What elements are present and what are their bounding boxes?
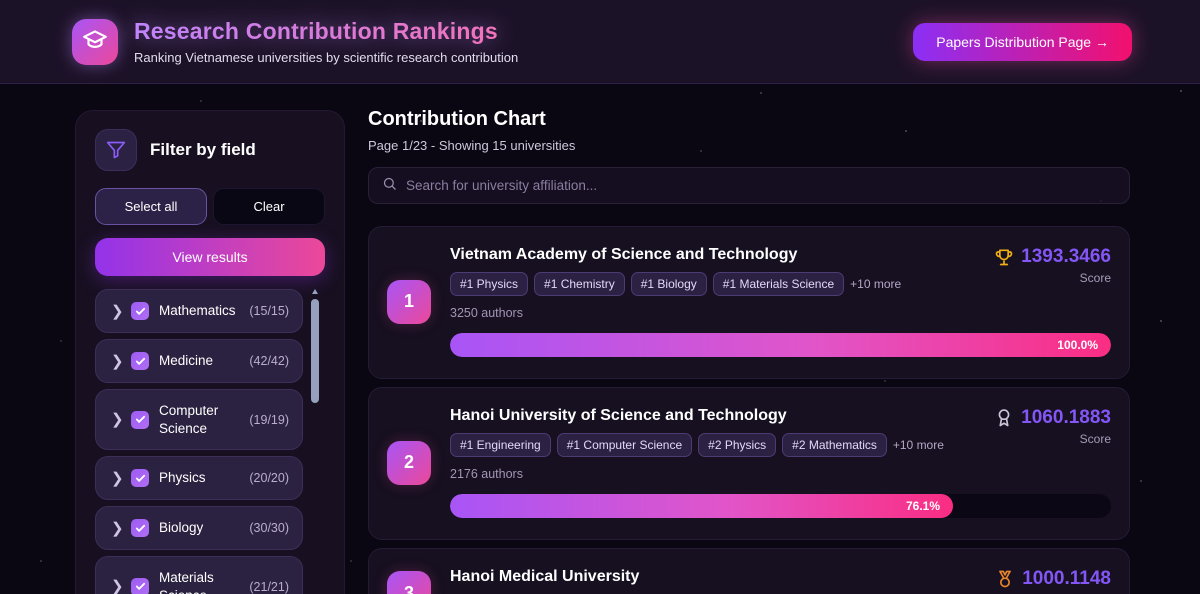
app-logo	[72, 19, 118, 65]
field-checkbox[interactable]	[131, 519, 149, 537]
field-rank-pill: #1 Physics	[450, 272, 528, 296]
filter-funnel-icon	[95, 129, 137, 171]
main-content: Contribution Chart Page 1/23 - Showing 1…	[368, 108, 1130, 594]
filter-item-label: Materials Science	[159, 569, 239, 594]
score-value: 1060.1883	[1021, 407, 1111, 429]
graduation-cap-icon	[82, 26, 108, 57]
filter-item[interactable]: ❯ Mathematics (15/15)	[95, 289, 303, 333]
chevron-right-icon[interactable]: ❯	[111, 354, 121, 369]
progress-percent: 76.1%	[906, 499, 940, 513]
contribution-progress-bar: 100.0%	[450, 333, 1111, 357]
search-input[interactable]	[406, 178, 1116, 193]
field-rank-badges: #1 Engineering#1 Computer Science#2 Phys…	[450, 433, 944, 457]
field-checkbox[interactable]	[131, 469, 149, 487]
university-card: 2 Hanoi University of Science and Techno…	[368, 387, 1130, 540]
rank-number-badge: 2	[387, 441, 431, 485]
header-titles: Research Contribution Rankings Ranking V…	[134, 18, 518, 65]
progress-percent: 100.0%	[1057, 338, 1098, 352]
field-rank-pill: #2 Physics	[698, 433, 776, 457]
chevron-right-icon[interactable]: ❯	[111, 304, 121, 319]
award-medal-icon	[994, 408, 1014, 428]
filter-item[interactable]: ❯ Biology (30/30)	[95, 506, 303, 550]
filter-item[interactable]: ❯ Physics (20/20)	[95, 456, 303, 500]
contribution-progress-bar: 76.1%	[450, 494, 1111, 518]
filter-item-label: Physics	[159, 469, 239, 487]
score-block: 1000.1148 Score	[995, 568, 1111, 594]
filter-item[interactable]: ❯ Materials Science (21/21)	[95, 556, 303, 594]
filter-item-label: Medicine	[159, 352, 239, 370]
trophy-icon	[994, 247, 1014, 267]
search-bar	[368, 167, 1130, 204]
filter-list-scrollbar[interactable]	[311, 299, 319, 403]
field-checkbox[interactable]	[131, 411, 149, 429]
university-card: 1 Vietnam Academy of Science and Technol…	[368, 226, 1130, 379]
authors-count: 2176 authors	[450, 467, 944, 481]
more-fields-label: +10 more	[893, 438, 944, 452]
medal-ribbon-icon	[995, 569, 1015, 589]
filter-item-label: Computer Science	[159, 402, 239, 437]
filter-list: ❯ Mathematics (15/15) ❯ Medicine (42/42)…	[95, 289, 325, 594]
field-checkbox[interactable]	[131, 302, 149, 320]
field-rank-pill: #1 Computer Science	[557, 433, 692, 457]
content-title: Contribution Chart	[368, 108, 1130, 131]
university-name: Hanoi University of Science and Technolo…	[450, 407, 944, 425]
filter-item[interactable]: ❯ Computer Science (19/19)	[95, 389, 303, 450]
university-card: 3 Hanoi Medical University #1 Psychology…	[368, 548, 1130, 594]
filter-item-count: (20/20)	[249, 471, 289, 485]
filter-item[interactable]: ❯ Medicine (42/42)	[95, 339, 303, 383]
chevron-right-icon[interactable]: ❯	[111, 471, 121, 486]
page-info: Page 1/23 - Showing 15 universities	[368, 138, 1130, 153]
progress-fill: 76.1%	[450, 494, 953, 518]
app-root: Research Contribution Rankings Ranking V…	[0, 0, 1200, 594]
more-fields-label: +10 more	[850, 277, 901, 291]
score-block: 1060.1883 Score	[994, 407, 1111, 446]
filter-item-count: (19/19)	[249, 413, 289, 427]
score-block: 1393.3466 Score	[994, 246, 1111, 285]
rank-number-badge: 3	[387, 571, 431, 594]
score-value: 1000.1148	[1022, 568, 1111, 590]
score-value: 1393.3466	[1021, 246, 1111, 268]
field-rank-pill: #2 Mathematics	[782, 433, 887, 457]
score-label: Score	[994, 432, 1111, 446]
select-all-button[interactable]: Select all	[95, 188, 207, 225]
field-rank-pill: #1 Chemistry	[534, 272, 625, 296]
filter-actions: Select all Clear	[95, 188, 325, 225]
filter-item-label: Biology	[159, 519, 239, 537]
filter-title: Filter by field	[150, 140, 256, 160]
header: Research Contribution Rankings Ranking V…	[0, 0, 1200, 84]
rank-number-badge: 1	[387, 280, 431, 324]
filter-panel: Filter by field Select all Clear View re…	[75, 110, 345, 594]
medal-icon	[994, 408, 1014, 428]
field-rank-pill: #1 Engineering	[450, 433, 551, 457]
university-name: Hanoi Medical University	[450, 568, 866, 586]
chevron-right-icon[interactable]: ❯	[111, 412, 121, 427]
clear-button[interactable]: Clear	[213, 188, 325, 225]
scroll-up-arrow-icon[interactable]	[312, 289, 318, 294]
view-results-button[interactable]: View results	[95, 238, 325, 276]
filter-header: Filter by field	[95, 129, 325, 171]
progress-fill: 100.0%	[450, 333, 1111, 357]
filter-item-count: (21/21)	[249, 580, 289, 594]
university-name: Vietnam Academy of Science and Technolog…	[450, 246, 901, 264]
field-checkbox[interactable]	[131, 352, 149, 370]
ranking-cards: 1 Vietnam Academy of Science and Technol…	[368, 226, 1130, 594]
papers-distribution-button[interactable]: Papers Distribution Page →	[913, 23, 1132, 61]
page-subtitle: Ranking Vietnamese universities by scien…	[134, 50, 518, 65]
filter-item-count: (30/30)	[249, 521, 289, 535]
filter-item-label: Mathematics	[159, 302, 239, 320]
field-rank-pill: #1 Biology	[631, 272, 707, 296]
filter-item-count: (42/42)	[249, 354, 289, 368]
medal-icon	[994, 247, 1014, 267]
medal-icon	[995, 569, 1015, 589]
search-icon	[382, 176, 397, 196]
field-rank-pill: #1 Materials Science	[713, 272, 844, 296]
field-rank-badges: #1 Physics#1 Chemistry#1 Biology#1 Mater…	[450, 272, 901, 296]
field-checkbox[interactable]	[131, 578, 149, 594]
authors-count: 3250 authors	[450, 306, 901, 320]
chevron-right-icon[interactable]: ❯	[111, 521, 121, 536]
page-title: Research Contribution Rankings	[134, 18, 518, 45]
filter-item-count: (15/15)	[249, 304, 289, 318]
score-label: Score	[994, 271, 1111, 285]
chevron-right-icon[interactable]: ❯	[111, 579, 121, 594]
